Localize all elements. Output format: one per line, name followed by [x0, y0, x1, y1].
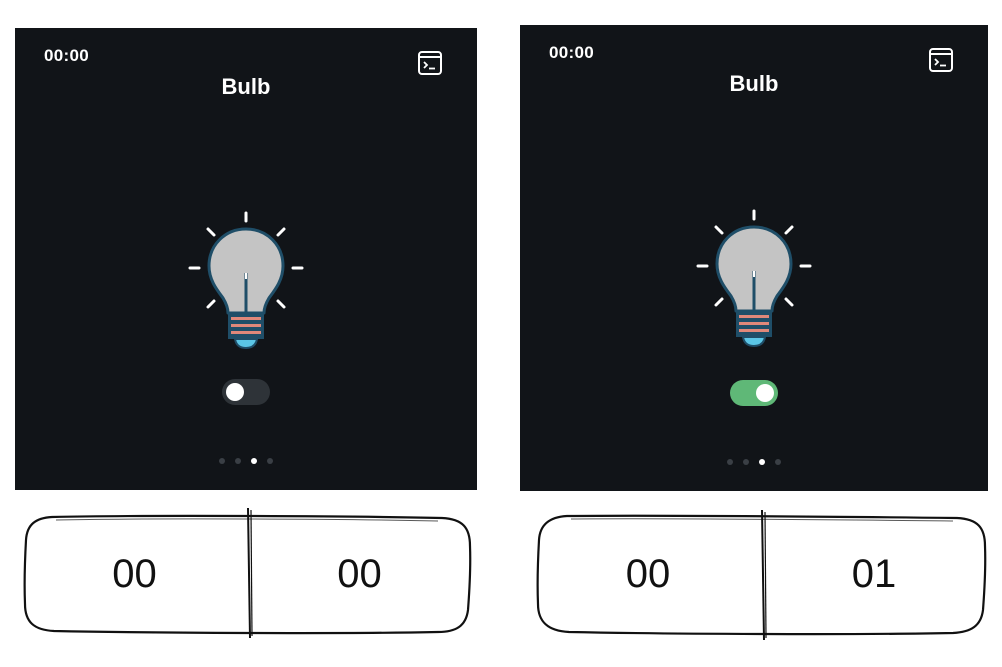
page-dot-active[interactable] [759, 459, 765, 465]
comparison-canvas: 00:00 Bulb 00:00 Bulb 00 00 00 01 [0, 0, 1002, 667]
counter-value-left: 00 [112, 551, 157, 596]
terminal-button[interactable] [928, 47, 954, 73]
page-indicator [15, 458, 477, 466]
clock-time: 00:00 [549, 43, 594, 62]
terminal-button[interactable] [417, 50, 443, 76]
page-dot[interactable] [235, 458, 241, 464]
device-screen-left: 00:00 Bulb [15, 28, 477, 490]
power-toggle[interactable] [730, 380, 778, 406]
lightbulb-icon [188, 211, 304, 349]
terminal-icon [929, 48, 953, 72]
counter-value-right: 01 [851, 551, 897, 596]
page-dot[interactable] [267, 458, 273, 464]
device-screen-right: 00:00 Bulb [520, 25, 988, 491]
page-title: Bulb [729, 71, 779, 96]
counter-value-left: 00 [625, 551, 671, 596]
page-dot[interactable] [743, 459, 749, 465]
terminal-icon [418, 51, 442, 75]
page-title: Bulb [221, 74, 271, 99]
page-dot[interactable] [219, 458, 225, 464]
power-toggle[interactable] [222, 379, 270, 405]
toggle-knob [756, 384, 774, 402]
counter-value-right: 00 [337, 551, 382, 596]
counter-display-right: 00 01 [535, 509, 987, 641]
page-dot[interactable] [727, 459, 733, 465]
page-dot[interactable] [775, 459, 781, 465]
page-indicator [520, 459, 988, 467]
clock-time: 00:00 [44, 46, 89, 65]
page-dot-active[interactable] [251, 458, 257, 464]
counter-display-left: 00 00 [22, 507, 472, 639]
toggle-knob [226, 383, 244, 401]
lightbulb-icon [696, 209, 812, 347]
